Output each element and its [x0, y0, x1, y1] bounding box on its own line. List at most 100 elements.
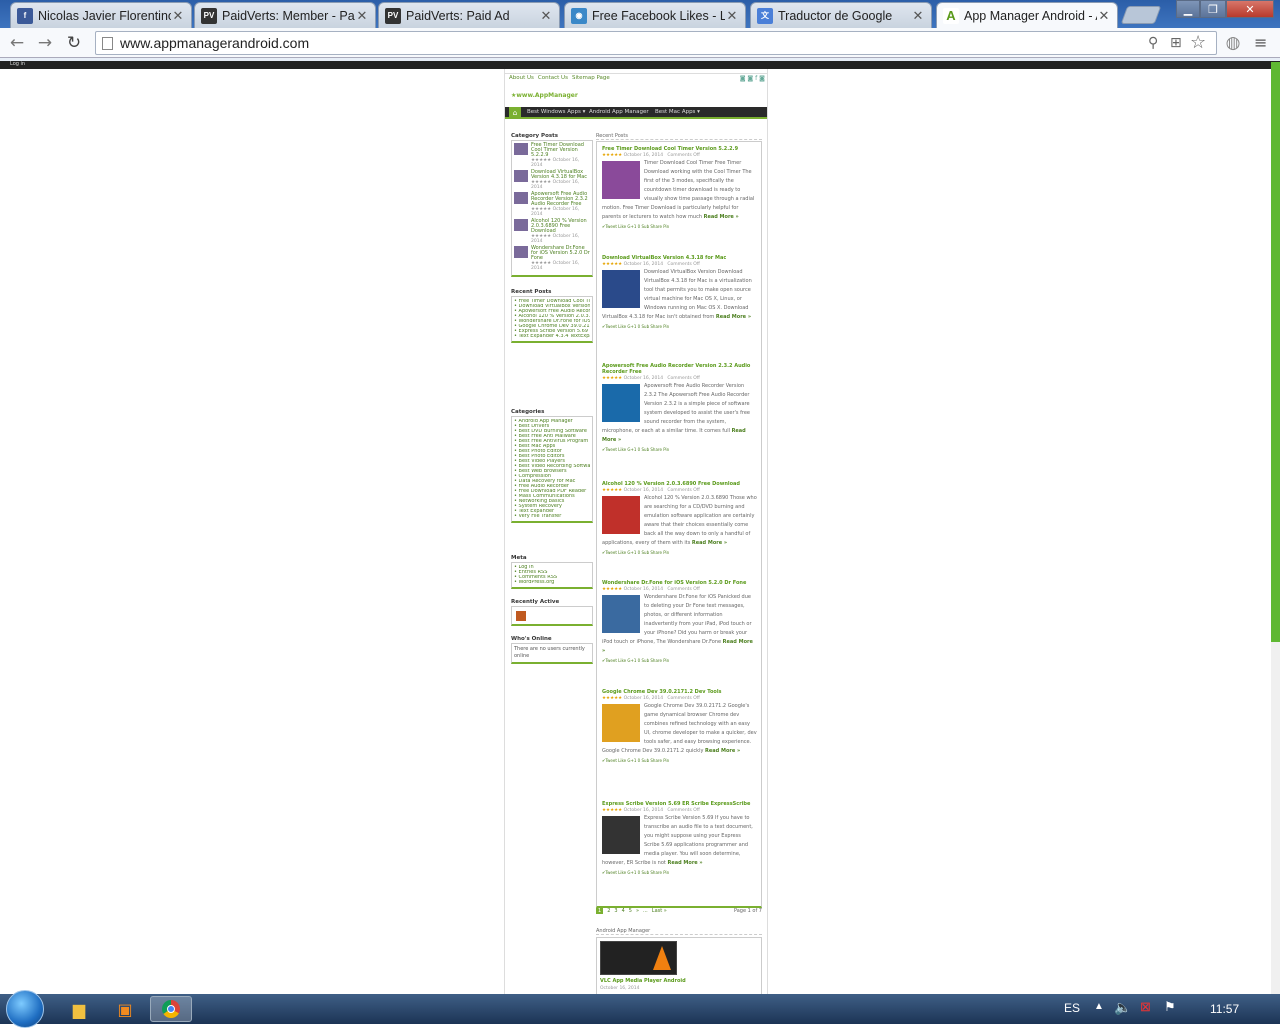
contact-link[interactable]: Contact Us: [538, 75, 568, 81]
nav-best-windows-apps[interactable]: Best Windows Apps ▾: [527, 109, 585, 115]
read-more-link[interactable]: Read More »: [705, 748, 740, 754]
tab-google-translate[interactable]: 文 Traductor de Google ✕: [750, 2, 932, 28]
category-link[interactable]: • Very File Transfer: [514, 514, 590, 519]
post-title[interactable]: Wondershare Dr.Fone for iOS Version 5.2.…: [602, 580, 757, 586]
read-more-link[interactable]: Read More »: [692, 540, 727, 546]
page-link[interactable]: ...: [643, 908, 648, 914]
new-tab-button[interactable]: [1120, 6, 1162, 24]
url-text[interactable]: www.appmanagerandroid.com: [120, 35, 309, 51]
post-thumbnail[interactable]: [514, 246, 528, 258]
extension-icon[interactable]: ◍: [1222, 32, 1244, 54]
close-icon[interactable]: ✕: [355, 8, 369, 24]
social-icons[interactable]: ◙ ◙ f ◙: [740, 75, 765, 82]
minimize-button[interactable]: ▁: [1176, 0, 1200, 18]
about-link[interactable]: About Us: [509, 75, 534, 81]
tab-facebook[interactable]: f Nicolas Javier Florentino ✕: [10, 2, 192, 28]
recent-post-link[interactable]: • Text Expander 4.3.4 TextExpander: [514, 334, 590, 339]
post-thumbnail[interactable]: [602, 816, 640, 854]
post-thumbnail[interactable]: [514, 192, 528, 204]
post-thumbnail[interactable]: [602, 595, 640, 633]
category-post-item[interactable]: Wondershare Dr.Fone for iOS Version 5.2.…: [514, 246, 590, 271]
tab-facebook-likes[interactable]: ◉ Free Facebook Likes - Lik ✕: [564, 2, 746, 28]
avatar[interactable]: [516, 611, 526, 621]
post-title[interactable]: Download VirtualBox Version 4.3.18 for M…: [531, 170, 590, 180]
page-link[interactable]: 1: [596, 908, 604, 914]
share-buttons[interactable]: ✔Tweet Like G+1 0 Sub Share Pin: [602, 447, 757, 452]
close-window-button[interactable]: ✕: [1226, 0, 1274, 18]
action-center-icon[interactable]: ⚑: [1164, 999, 1176, 1015]
tab-paidverts-ad[interactable]: PV PaidVerts: Paid Ad ✕: [378, 2, 560, 28]
category-post-item[interactable]: Alcohol 120 % Version 2.0.3.6890 Free Do…: [514, 219, 590, 244]
close-icon[interactable]: ✕: [1097, 8, 1111, 24]
meta-link[interactable]: • WordPress.org: [514, 580, 590, 585]
post-title[interactable]: Download VirtualBox Version 4.3.18 for M…: [602, 255, 757, 261]
menu-icon[interactable]: ≡: [1254, 33, 1267, 52]
home-icon[interactable]: ⌂: [509, 107, 521, 119]
post-thumbnail[interactable]: [514, 143, 528, 155]
post-title[interactable]: Alcohol 120 % Version 2.0.3.6890 Free Do…: [531, 219, 590, 234]
close-icon[interactable]: ✕: [539, 8, 553, 24]
address-bar[interactable]: www.appmanagerandroid.com ⚲ ⊞ ☆: [95, 31, 1217, 55]
post-thumbnail[interactable]: [602, 161, 640, 199]
show-hidden-icons[interactable]: ▲: [1094, 1001, 1104, 1012]
post-thumbnail[interactable]: [602, 384, 640, 422]
scrollbar-thumb[interactable]: [1271, 62, 1280, 642]
sitemap-link[interactable]: Sitemap Page: [572, 75, 610, 81]
network-error-icon[interactable]: ⊠: [1140, 999, 1151, 1015]
language-indicator[interactable]: ES: [1064, 1001, 1080, 1015]
post-thumbnail[interactable]: [514, 219, 528, 231]
category-post-item[interactable]: Free Timer Download Cool Timer Version 5…: [514, 143, 590, 168]
back-icon[interactable]: ←: [6, 32, 28, 54]
close-icon[interactable]: ✕: [725, 8, 739, 24]
post-title[interactable]: Free Timer Download Cool Timer Version 5…: [531, 143, 590, 158]
share-buttons[interactable]: ✔Tweet Like G+1 0 Sub Share Pin: [602, 324, 757, 329]
page-link[interactable]: 3: [614, 908, 617, 914]
tab-paidverts-member[interactable]: PV PaidVerts: Member - Paid ✕: [194, 2, 376, 28]
nav-best-mac-apps[interactable]: Best Mac Apps ▾: [655, 109, 700, 115]
forward-icon[interactable]: →: [34, 32, 56, 54]
volume-icon[interactable]: 🔈: [1114, 999, 1131, 1016]
post-title[interactable]: Apowersoft Free Audio Recorder Version 2…: [531, 192, 590, 207]
vlc-thumbnail[interactable]: [600, 941, 677, 975]
maximize-button[interactable]: ❐: [1200, 0, 1226, 18]
post-thumbnail[interactable]: [602, 704, 640, 742]
media-player-icon[interactable]: ▣: [104, 996, 146, 1022]
share-buttons[interactable]: ✔Tweet Like G+1 0 Sub Share Pin: [602, 758, 757, 763]
login-link[interactable]: Log in: [10, 61, 25, 67]
share-buttons[interactable]: ✔Tweet Like G+1 0 Sub Share Pin: [602, 658, 757, 663]
search-icon[interactable]: ⚲: [1148, 35, 1158, 51]
share-buttons[interactable]: ✔Tweet Like G+1 0 Sub Share Pin: [602, 870, 757, 875]
category-post-item[interactable]: Apowersoft Free Audio Recorder Version 2…: [514, 192, 590, 217]
post-title[interactable]: Apowersoft Free Audio Recorder Version 2…: [602, 363, 757, 375]
close-icon[interactable]: ✕: [171, 8, 185, 24]
post-thumbnail[interactable]: [514, 170, 528, 182]
site-logo[interactable]: ★www.AppManager: [511, 92, 578, 99]
nav-android-app-manager[interactable]: Android App Manager: [589, 109, 649, 115]
page-link[interactable]: 4: [622, 908, 625, 914]
post-thumbnail[interactable]: [602, 270, 640, 308]
tab-app-manager[interactable]: A App Manager Android - A ✕: [936, 2, 1118, 28]
post-thumbnail[interactable]: [602, 496, 640, 534]
page-link[interactable]: 5: [629, 908, 632, 914]
bookmark-star-icon[interactable]: ☆: [1190, 32, 1206, 53]
read-more-link[interactable]: Read More »: [667, 860, 702, 866]
translate-icon[interactable]: ⊞: [1170, 35, 1182, 51]
post-title[interactable]: Free Timer Download Cool Timer Version 5…: [602, 146, 757, 152]
post-title[interactable]: VLC App Media Player Android: [600, 978, 686, 984]
reload-icon[interactable]: ↻: [63, 32, 85, 54]
start-button[interactable]: [6, 990, 44, 1028]
share-buttons[interactable]: ✔Tweet Like G+1 0 Sub Share Pin: [602, 550, 757, 555]
post-title[interactable]: Express Scribe Version 5.69 ER Scribe Ex…: [602, 801, 757, 807]
post-title[interactable]: Alcohol 120 % Version 2.0.3.6890 Free Do…: [602, 481, 757, 487]
page-link[interactable]: »: [636, 908, 639, 914]
page-link[interactable]: 2: [607, 908, 610, 914]
page-link[interactable]: Last »: [652, 908, 667, 914]
chrome-taskbar-icon[interactable]: [150, 996, 192, 1022]
post-title[interactable]: Wondershare Dr.Fone for iOS Version 5.2.…: [531, 246, 590, 261]
close-icon[interactable]: ✕: [911, 8, 925, 24]
category-post-item[interactable]: Download VirtualBox Version 4.3.18 for M…: [514, 170, 590, 190]
share-buttons[interactable]: ✔Tweet Like G+1 0 Sub Share Pin: [602, 224, 757, 229]
post-title[interactable]: Google Chrome Dev 39.0.2171.2 Dev Tools: [602, 689, 757, 695]
file-explorer-icon[interactable]: ▆: [58, 996, 100, 1022]
read-more-link[interactable]: Read More »: [704, 214, 739, 220]
